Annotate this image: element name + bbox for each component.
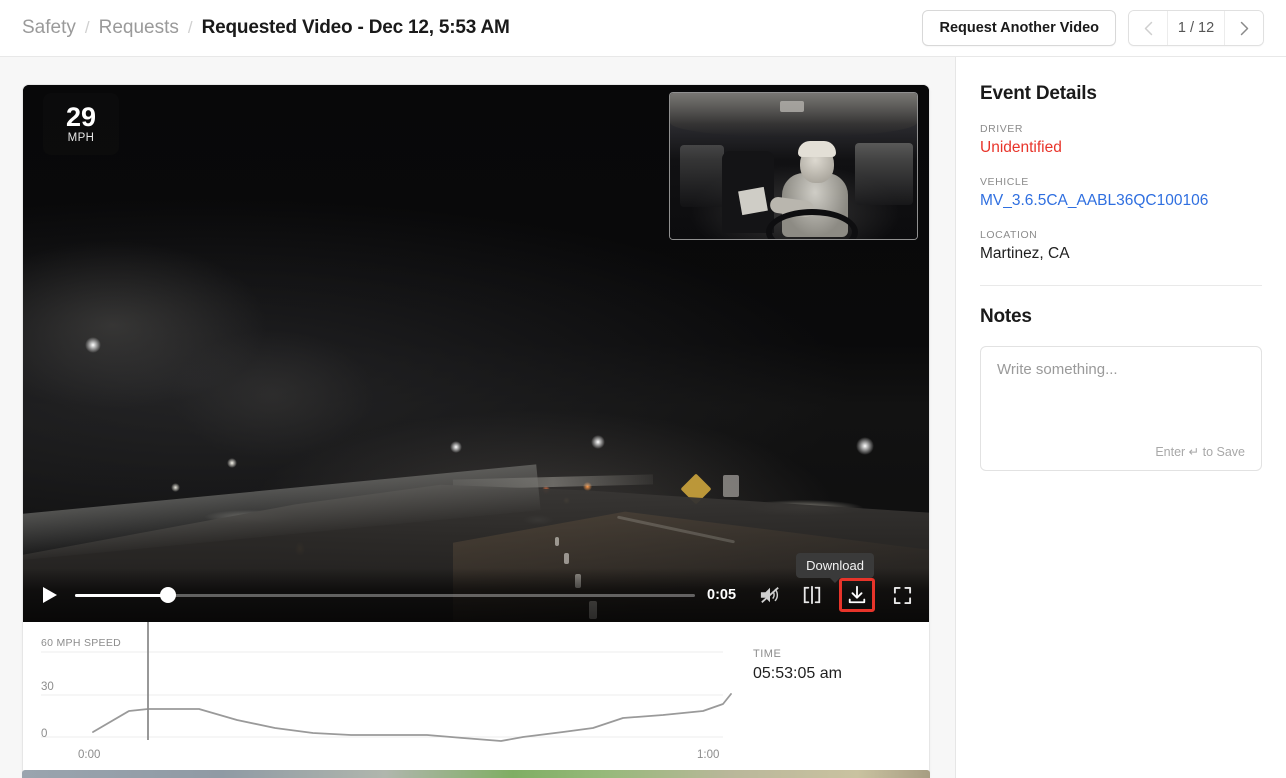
speed-chart: 60 MPH SPEED 30 0 0:00 1:00 TIME 05:53:0… [23,622,929,778]
field-location: LOCATION Martinez, CA [980,229,1262,263]
street-light-glow [171,483,180,492]
speed-unit: MPH [67,132,95,144]
field-vehicle: VEHICLE MV_3.6.5CA_AABL36QC100106 [980,176,1262,210]
video-card: 29 MPH 0:05 Download 60 MPH SPEED 30 0 0… [22,84,930,778]
breadcrumb-item-safety[interactable]: Safety [22,17,76,39]
details-pane: Event Details DRIVER Unidentified VEHICL… [956,57,1286,778]
driver-facing-camera-inset[interactable] [669,92,918,240]
field-driver-value[interactable]: Unidentified [980,139,1262,157]
speed-value: 29 [65,102,97,132]
pagination: 1 / 12 [1128,10,1264,46]
video-pane: 29 MPH 0:05 Download 60 MPH SPEED 30 0 0… [0,57,956,778]
white-road-sign [723,475,739,497]
time-readout-value: 05:53:05 am [753,665,842,682]
video-player[interactable]: 29 MPH 0:05 Download [23,85,929,622]
breadcrumb: Safety / Requests / Requested Video - De… [22,17,510,39]
field-driver: DRIVER Unidentified [980,123,1262,157]
breadcrumb-item-requests[interactable]: Requests [99,17,179,39]
chevron-right-icon [1240,21,1248,35]
breadcrumb-separator: / [84,18,90,37]
speed-line [92,693,732,742]
notes-title: Notes [980,306,1032,327]
field-driver-label: DRIVER [980,123,1023,135]
page-header: Safety / Requests / Requested Video - De… [0,0,1286,57]
event-details-title: Event Details [980,83,1097,104]
fullscreen-icon [893,586,911,604]
street-light-glow [591,435,605,449]
notes-save-hint: Enter ↵ to Save [1155,445,1245,459]
pagination-prev-button[interactable] [1129,11,1167,45]
video-scrubber[interactable] [75,584,695,606]
play-icon [43,587,57,603]
field-vehicle-label: VEHICLE [980,176,1029,188]
lane-marking [564,553,569,564]
rearview-mirror [780,101,804,112]
download-icon [848,585,866,604]
driver-hat [798,141,836,157]
fullscreen-button[interactable] [887,581,917,609]
chevron-left-icon [1144,21,1152,35]
y-axis-label-0: 0 [41,728,47,740]
pagination-label: 1 / 12 [1167,11,1225,45]
volume-muted-icon [760,587,779,603]
notes-placeholder: Write something... [997,361,1118,378]
section-divider [980,285,1262,286]
page-title: Requested Video - Dec 12, 5:53 AM [201,17,510,38]
time-readout: TIME 05:53:05 am [753,648,842,683]
speed-chart-svg: 60 MPH SPEED 30 0 0:00 1:00 [41,622,732,761]
play-button[interactable] [37,582,63,608]
field-location-value: Martinez, CA [980,245,1070,262]
page-content: 29 MPH 0:05 Download 60 MPH SPEED 30 0 0… [0,57,1286,778]
cabin-roof [670,93,917,137]
scrubber-handle[interactable] [160,587,176,603]
download-tooltip: Download [796,553,874,583]
video-controls: 0:05 Download [23,553,929,622]
pagination-next-button[interactable] [1225,11,1263,45]
right-window [855,143,913,205]
field-vehicle-value[interactable]: MV_3.6.5CA_AABL36QC100106 [980,192,1262,210]
x-axis-label-end: 1:00 [697,749,719,761]
speed-overlay: 29 MPH [43,93,119,155]
street-light-glow [450,441,462,453]
street-light-glow [856,437,874,455]
time-readout-label: TIME [753,648,782,660]
map-preview-peek[interactable] [22,770,930,778]
notes-input[interactable]: Write something... Enter ↵ to Save [980,346,1262,471]
y-axis-label-60: 60 MPH SPEED [41,637,121,649]
scrubber-progress [75,593,168,597]
street-light-glow [227,458,237,468]
mute-button[interactable] [755,581,785,609]
x-axis-label-start: 0:00 [78,749,100,761]
field-location-label: LOCATION [980,229,1038,241]
video-time: 0:05 [707,587,737,603]
breadcrumb-separator: / [187,18,193,37]
download-button[interactable] [839,578,875,612]
street-light-glow [85,337,101,353]
paper-object [738,186,768,216]
split-view-button[interactable] [797,581,827,609]
request-another-video-button[interactable]: Request Another Video [922,10,1116,46]
video-request-page: Safety / Requests / Requested Video - De… [0,0,1286,778]
y-axis-label-30: 30 [41,681,54,693]
split-view-icon [803,585,821,605]
left-window [680,145,724,207]
lane-marking [555,537,559,546]
header-actions: Request Another Video 1 / 12 [922,10,1264,46]
treeline [23,235,443,495]
